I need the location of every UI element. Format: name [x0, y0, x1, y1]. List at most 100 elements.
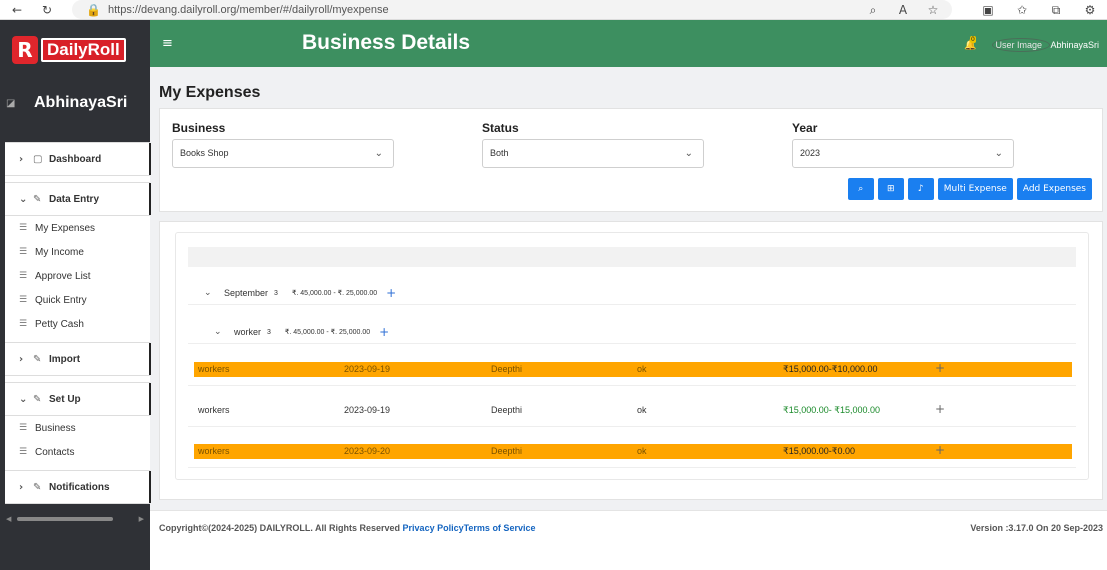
status-select[interactable]: Both ⌄ [482, 139, 704, 168]
document-icon: ▢ [33, 153, 43, 165]
logo-r-mark: R [12, 36, 38, 64]
list-icon: ☰ [19, 319, 28, 329]
chevron-down-icon: ⌄ [994, 148, 1003, 159]
sidebar-item-approve-list[interactable]: ☰ Approve List [5, 264, 150, 288]
chevron-down-icon: ⌄ [684, 148, 693, 159]
business-label: Business [172, 121, 226, 135]
read-aloud-icon[interactable]: A [896, 3, 910, 17]
chevron-right-icon: › [19, 153, 24, 165]
favorite-star-icon[interactable]: ☆ [926, 3, 940, 17]
browser-nav: ← ↻ [10, 3, 54, 17]
top-header: ≡ Business Details 🔔 0 User Image Abhinay… [150, 20, 1107, 67]
business-select-value: Books Shop [180, 148, 229, 158]
search-button[interactable]: ⌕ [847, 178, 874, 200]
category-group-row[interactable]: ⌄ worker 3 ₹. 45,000.00 - ₹. 25,000.00 + [214, 325, 389, 339]
add-icon[interactable]: + [386, 286, 396, 300]
zoom-icon[interactable]: ⌕ [866, 3, 880, 17]
list-icon: ☰ [19, 447, 28, 457]
sidebar-item-data-entry[interactable]: ⌄ ✎ Data Entry [5, 182, 151, 216]
table-row[interactable]: workers 2023-09-20 Deepthi ok ₹15,000.00… [194, 443, 1072, 459]
sidebar-item-contacts[interactable]: ☰ Contacts [5, 440, 150, 464]
scroll-left-icon[interactable]: ◀ [6, 515, 11, 523]
add-icon[interactable]: + [935, 402, 945, 416]
add-icon[interactable]: + [379, 325, 389, 339]
list-icon: ☰ [19, 271, 28, 281]
row-status: ok [637, 364, 647, 374]
split-screen-icon[interactable]: ▣ [981, 3, 995, 17]
sidebar-item-notifications[interactable]: › ✎ Notifications [5, 470, 151, 504]
header-title: Business Details [302, 31, 471, 54]
logo[interactable]: R DailyRoll [12, 36, 126, 64]
notification-bell-icon[interactable]: 🔔 0 [964, 35, 976, 51]
sidebar-item-my-income[interactable]: ☰ My Income [5, 240, 150, 264]
add-icon[interactable]: + [935, 361, 945, 375]
year-select[interactable]: 2023 ⌄ [792, 139, 1014, 168]
search-icon: ⌕ [858, 184, 864, 194]
back-icon[interactable]: ← [10, 3, 24, 17]
table-row[interactable]: workers 2023-09-19 Deepthi ok ₹15,000.00… [194, 361, 1072, 377]
row-name: workers [198, 364, 230, 374]
user-avatar[interactable]: User Image [992, 38, 1051, 52]
sidebar-scrollbar[interactable]: ◀ ▶ [6, 515, 144, 523]
favorites-icon[interactable]: ✩ [1015, 3, 1029, 17]
sidebar: R DailyRoll ◪ AbhinayaSri › ▢ Dashboard … [0, 20, 151, 570]
category-group-label: worker [234, 327, 262, 337]
logo-text: DailyRoll [41, 38, 126, 62]
list-icon: ☰ [19, 223, 28, 233]
footer-copyright: Copyright©(2024-2025) DAILYROLL. All Rig… [159, 523, 535, 533]
address-bar-actions: ⌕ A ☆ [866, 3, 940, 17]
multi-expense-button[interactable]: Multi Expense [937, 178, 1013, 200]
pencil-icon: ✎ [33, 193, 42, 205]
chevron-down-icon: ⌄ [19, 393, 28, 405]
collections-icon[interactable]: ⧉ [1049, 3, 1063, 17]
list-icon: ☰ [19, 423, 28, 433]
month-group-label: September [224, 288, 269, 298]
menu-icon[interactable]: ≡ [162, 36, 173, 51]
scroll-right-icon[interactable]: ▶ [139, 515, 144, 523]
row-person: Deepthi [491, 446, 523, 456]
add-expenses-button[interactable]: Add Expenses [1016, 178, 1092, 200]
month-group-count: 3 [274, 289, 278, 297]
terms-of-service-link[interactable]: Terms of Service [464, 523, 536, 533]
pencil-icon: ✎ [33, 353, 42, 365]
extensions-icon[interactable]: ⚙ [1083, 3, 1097, 17]
row-date: 2023-09-20 [344, 446, 391, 456]
sidebar-item-quick-entry[interactable]: ☰ Quick Entry [5, 288, 150, 312]
expense-table-card: ⌄ September 3 ₹. 45,000.00 - ₹. 25,000.0… [159, 221, 1103, 500]
header-user-area: 🔔 0 User Image AbhinayaSri [964, 35, 1099, 52]
scrollbar-thumb[interactable] [17, 517, 113, 521]
chevron-down-icon: ⌄ [374, 148, 383, 159]
bell-icon: ♪ [917, 184, 924, 194]
browser-bar: ← ↻ 🔒 https://devang.dailyroll.org/membe… [0, 0, 1107, 20]
sidebar-item-my-expenses[interactable]: ☰ My Expenses [5, 216, 150, 240]
chevron-down-icon[interactable]: ⌄ [204, 288, 224, 298]
row-status: ok [637, 405, 647, 415]
sidebar-item-business[interactable]: ☰ Business [5, 416, 150, 440]
business-select[interactable]: Books Shop ⌄ [172, 139, 394, 168]
table-view-button[interactable]: ⊞ [877, 178, 904, 200]
add-icon[interactable]: + [935, 443, 945, 457]
logo-roll: Roll [87, 40, 120, 59]
sidebar-item-import[interactable]: › ✎ Import [5, 342, 151, 376]
row-person: Deepthi [491, 364, 523, 374]
table-row[interactable]: workers 2023-09-19 Deepthi ok ₹15,000.00… [194, 402, 1072, 418]
sidebar-item-setup[interactable]: ⌄ ✎ Set Up [5, 382, 151, 416]
month-group-row[interactable]: ⌄ September 3 ₹. 45,000.00 - ₹. 25,000.0… [204, 286, 396, 300]
row-name: workers [198, 405, 230, 415]
month-group-amount: ₹. 45,000.00 - ₹. 25,000.00 [291, 290, 378, 297]
address-bar[interactable]: 🔒 https://devang.dailyroll.org/member/#/… [72, 0, 952, 19]
row-amount: ₹15,000.00- ₹15,000.00 [783, 405, 881, 415]
sidebar-item-dashboard[interactable]: › ▢ Dashboard [5, 142, 151, 176]
privacy-policy-link[interactable]: Privacy Policy [403, 523, 464, 533]
table-icon: ⊞ [886, 184, 895, 194]
reload-icon[interactable]: ↻ [40, 3, 54, 17]
sidebar-item-petty-cash[interactable]: ☰ Petty Cash [5, 312, 150, 336]
table-header-bar [188, 247, 1076, 267]
chevron-down-icon[interactable]: ⌄ [214, 327, 234, 337]
sidebar-user: ◪ AbhinayaSri [6, 94, 127, 112]
header-user-name[interactable]: AbhinayaSri [1050, 40, 1099, 50]
row-person: Deepthi [491, 405, 523, 415]
status-select-value: Both [490, 148, 509, 158]
sidebar-item-label: Dashboard [49, 153, 102, 165]
alert-button[interactable]: ♪ [907, 178, 934, 200]
